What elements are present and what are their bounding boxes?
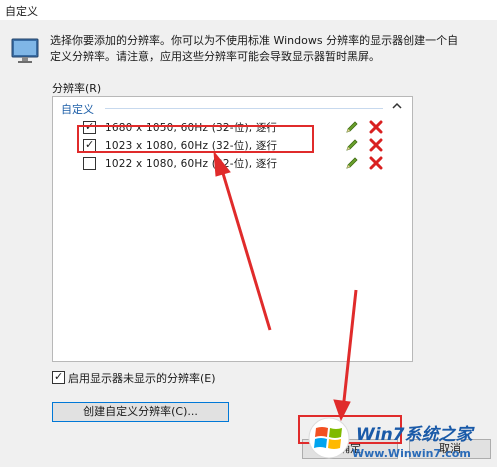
resolution-checkbox[interactable] (83, 157, 96, 170)
x-icon[interactable] (369, 138, 383, 152)
title-bar: 自定义 (0, 0, 497, 20)
windows-logo-watermark (308, 417, 350, 459)
monitor-icon (11, 38, 39, 63)
create-custom-resolution-button[interactable]: 创建自定义分辨率(C)... (52, 402, 229, 422)
chevron-up-icon[interactable] (391, 100, 403, 112)
watermark-url: Www.Winwin7.com (352, 447, 471, 460)
group-header-custom: 自定义 (61, 103, 94, 116)
watermark-brand: Win7系统之家 (356, 425, 473, 445)
intro-line-2: 定义分辨率。请注意，应用这些分辨率可能会导致显示器暂时黑屏。 (50, 50, 380, 63)
pencil-icon[interactable] (345, 120, 359, 134)
checkmark-icon: ✓ (54, 370, 64, 383)
show-hidden-checkbox[interactable]: ✓ (52, 370, 65, 384)
group-divider (105, 108, 383, 109)
resolution-item-text: 1022 x 1080, 60Hz (32-位), 逐行 (105, 158, 278, 170)
window-title: 自定义 (5, 5, 38, 18)
intro-text: 选择你要添加的分辨率。你可以为不使用标准 Windows 分辨率的显示器创建一个… (50, 33, 490, 65)
pencil-icon[interactable] (345, 138, 359, 152)
x-icon[interactable] (369, 156, 383, 170)
show-hidden-label: 启用显示器未显示的分辨率(E) (68, 372, 216, 385)
pencil-icon[interactable] (345, 156, 359, 170)
dialog-body: 选择你要添加的分辨率。你可以为不使用标准 Windows 分辨率的显示器创建一个… (0, 20, 497, 467)
intro-line-1: 选择你要添加的分辨率。你可以为不使用标准 Windows 分辨率的显示器创建一个… (50, 34, 459, 47)
resolution-label: 分辨率(R) (52, 82, 102, 95)
x-icon[interactable] (369, 120, 383, 134)
annotation-highlight-box (77, 125, 314, 153)
resolution-item[interactable]: 1022 x 1080, 60Hz (32-位), 逐行 (83, 155, 393, 171)
